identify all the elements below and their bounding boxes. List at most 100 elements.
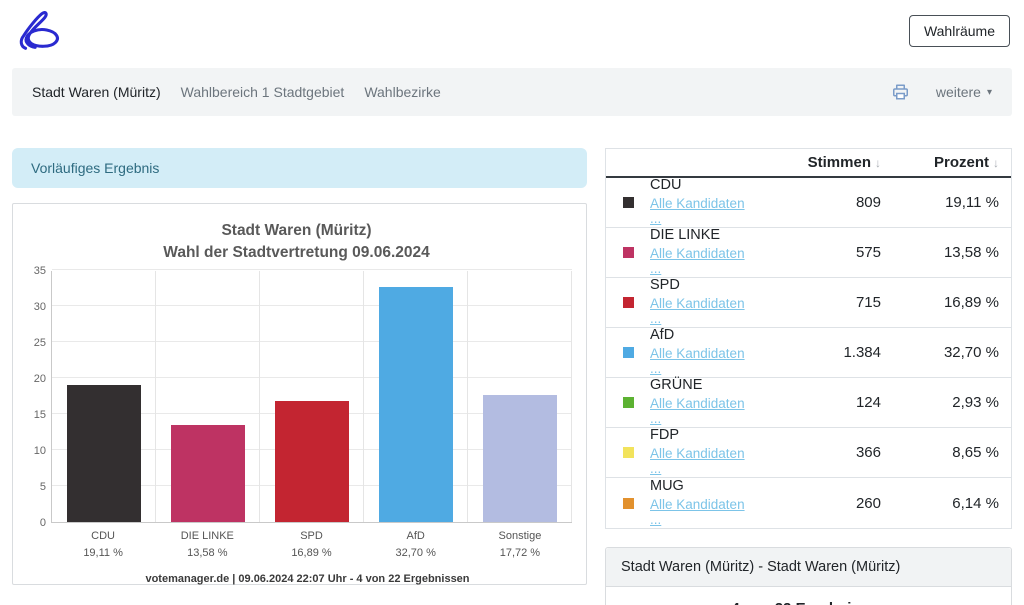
x-label-SPD: SPD16,89 % [259, 528, 363, 562]
chart-plot-area [51, 271, 572, 523]
y-tick-label: 30 [34, 301, 46, 313]
party-color-swatch [623, 498, 634, 509]
results-progress: 4 von 22 Ergebnissen [606, 587, 1011, 605]
x-label-name: SPD [259, 528, 363, 545]
y-tick-label: 20 [34, 373, 46, 385]
y-tick-label: 0 [40, 517, 46, 529]
prozent-value: 19,11 % [881, 194, 999, 211]
weitere-dropdown[interactable]: weitere ▾ [936, 84, 992, 100]
all-candidates-link[interactable]: Alle Kandidaten ... [650, 497, 746, 527]
wahlraeume-button[interactable]: Wahlräume [909, 15, 1010, 47]
table-row: AfDAlle Kandidaten ...1.38432,70 % [606, 328, 1011, 378]
x-label-name: CDU [51, 528, 155, 545]
party-cell: GRÜNEAlle Kandidaten ... [650, 377, 746, 428]
bar-chart: 05101520253035 [21, 271, 572, 523]
bar-cell-Sonstige [468, 271, 572, 522]
prozent-value: 13,58 % [881, 244, 999, 261]
prozent-value: 16,89 % [881, 294, 999, 311]
chart-caption: votemanager.de | 09.06.2024 22:07 Uhr - … [21, 573, 572, 585]
party-cell: CDUAlle Kandidaten ... [650, 177, 746, 228]
chart-card: Stadt Waren (Müritz) Wahl der Stadtvertr… [12, 203, 587, 585]
stimmen-value: 260 [746, 495, 881, 512]
party-name: SPD [650, 277, 746, 293]
x-label-percent: 17,72 % [468, 545, 572, 562]
district-summary-card: Stadt Waren (Müritz) - Stadt Waren (Müri… [605, 547, 1012, 605]
all-candidates-link[interactable]: Alle Kandidaten ... [650, 346, 746, 376]
table-row: FDP Alle Kandidaten ...3668,65 % [606, 428, 1011, 478]
sort-down-icon: ↓ [993, 156, 999, 170]
party-name: AfD [650, 327, 746, 343]
printer-icon[interactable] [891, 83, 910, 101]
chart-title-line2: Wahl der Stadtvertretung 09.06.2024 [21, 242, 572, 264]
y-tick-label: 5 [40, 481, 46, 493]
breadcrumb-item-1[interactable]: Wahlbereich 1 Stadtgebiet [181, 84, 345, 100]
x-label-AfD: AfD32,70 % [364, 528, 468, 562]
results-table-header: Stimmen↓ Prozent ↓ [606, 149, 1011, 178]
party-name: MUG [650, 478, 746, 494]
results-table-body: CDUAlle Kandidaten ...80919,11 %DIE LINK… [606, 178, 1011, 528]
table-row: SPD Alle Kandidaten ...71516,89 % [606, 278, 1011, 328]
y-tick-label: 15 [34, 409, 46, 421]
all-candidates-link[interactable]: Alle Kandidaten ... [650, 246, 746, 276]
x-label-percent: 16,89 % [259, 545, 363, 562]
table-row: CDUAlle Kandidaten ...80919,11 % [606, 178, 1011, 228]
prozent-value: 32,70 % [881, 344, 999, 361]
bar-SPD [275, 401, 349, 523]
all-candidates-link[interactable]: Alle Kandidaten ... [650, 296, 746, 326]
votemanager-logo-icon[interactable] [14, 8, 64, 54]
column-header-prozent[interactable]: Prozent ↓ [881, 154, 999, 171]
breadcrumb-item-0[interactable]: Stadt Waren (Müritz) [32, 84, 161, 100]
status-banner: Vorläufiges Ergebnis [12, 148, 587, 188]
x-label-name: DIE LINKE [155, 528, 259, 545]
column-header-stimmen[interactable]: Stimmen↓ [746, 154, 881, 171]
right-column: Stimmen↓ Prozent ↓ CDUAlle Kandidaten ...… [605, 148, 1012, 605]
y-tick-label: 35 [34, 265, 46, 277]
all-candidates-link[interactable]: Alle Kandidaten ... [650, 446, 746, 476]
x-label-CDU: CDU19,11 % [51, 528, 155, 562]
main-content: Vorläufiges Ergebnis Stadt Waren (Müritz… [12, 148, 1012, 605]
party-color-swatch [623, 447, 634, 458]
swatch-cell [606, 247, 650, 258]
x-label-Sonstige: Sonstige17,72 % [468, 528, 572, 562]
party-color-swatch [623, 297, 634, 308]
prozent-value: 2,93 % [881, 394, 999, 411]
all-candidates-link[interactable]: Alle Kandidaten ... [650, 396, 746, 426]
x-label-DIE LINKE: DIE LINKE13,58 % [155, 528, 259, 562]
y-tick-label: 10 [34, 445, 46, 457]
breadcrumb-actions: weitere ▾ [891, 83, 992, 101]
party-cell: AfD Alle Kandidaten ... [650, 327, 746, 378]
gridline [52, 269, 572, 270]
chart-bars [52, 271, 572, 522]
x-label-name: AfD [364, 528, 468, 545]
x-label-percent: 13,58 % [155, 545, 259, 562]
x-label-name: Sonstige [468, 528, 572, 545]
party-cell: MUG Alle Kandidaten ... [650, 478, 746, 529]
bar-DIE LINKE [171, 425, 245, 523]
chart-x-axis-labels: CDU19,11 %DIE LINKE13,58 %SPD16,89 %AfD3… [51, 528, 572, 562]
all-candidates-link[interactable]: Alle Kandidaten ... [650, 196, 746, 226]
stimmen-value: 809 [746, 194, 881, 211]
chevron-down-icon: ▾ [987, 87, 992, 98]
stimmen-value: 575 [746, 244, 881, 261]
bar-cell-SPD [260, 271, 364, 522]
stimmen-value: 715 [746, 294, 881, 311]
party-cell: SPD Alle Kandidaten ... [650, 277, 746, 328]
swatch-cell [606, 498, 650, 509]
weitere-label: weitere [936, 84, 981, 100]
breadcrumb-item-2[interactable]: Wahlbezirke [364, 84, 441, 100]
party-name: DIE LINKE [650, 227, 746, 243]
left-column: Vorläufiges Ergebnis Stadt Waren (Müritz… [12, 148, 587, 605]
party-cell: FDP Alle Kandidaten ... [650, 427, 746, 478]
prozent-value: 6,14 % [881, 495, 999, 512]
party-name: FDP [650, 427, 746, 443]
stimmen-value: 124 [746, 394, 881, 411]
bar-cell-CDU [52, 271, 156, 522]
stimmen-value: 366 [746, 444, 881, 461]
table-row: MUG Alle Kandidaten ...2606,14 % [606, 478, 1011, 528]
prozent-value: 8,65 % [881, 444, 999, 461]
bar-cell-DIE LINKE [156, 271, 260, 522]
status-banner-label: Vorläufiges Ergebnis [31, 160, 159, 176]
prozent-label: Prozent [934, 154, 989, 171]
table-row: GRÜNEAlle Kandidaten ...1242,93 % [606, 378, 1011, 428]
bar-Sonstige [483, 395, 557, 523]
